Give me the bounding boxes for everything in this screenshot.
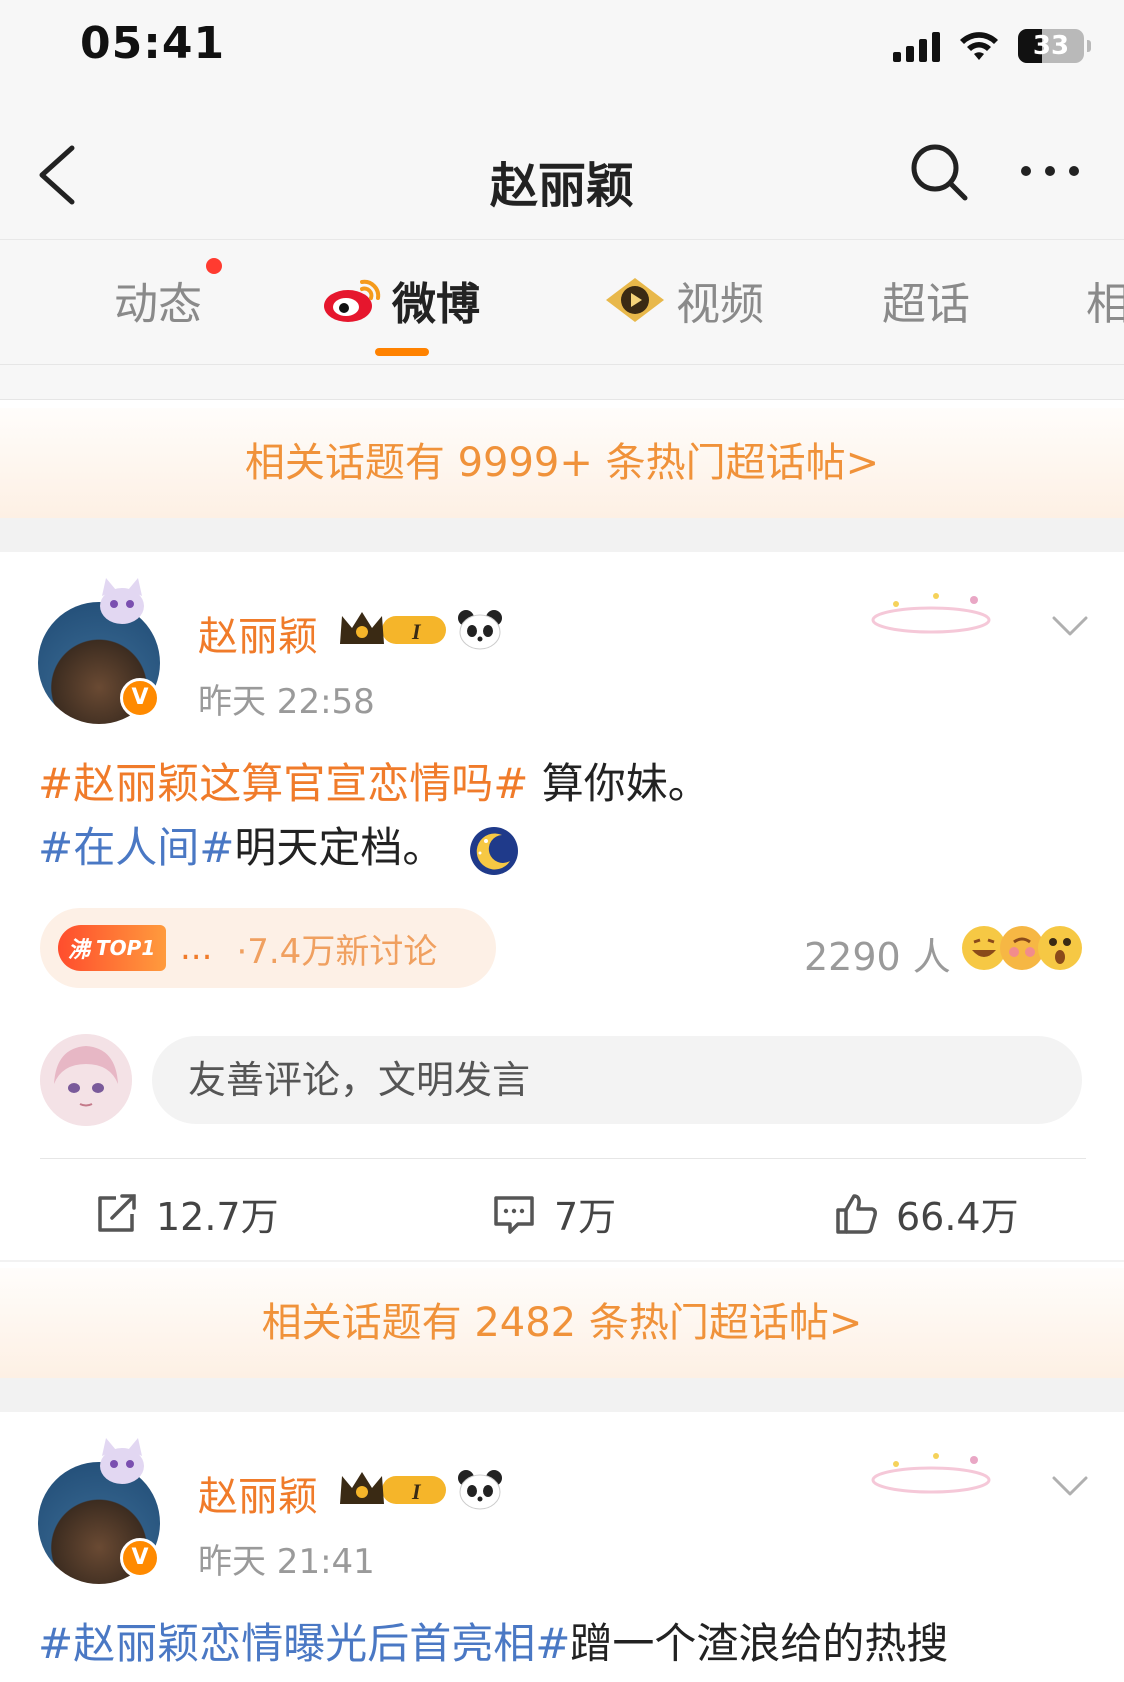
moon-emoji-icon <box>470 826 519 875</box>
post-text-line: #赵丽颖恋情曝光后首亮相#蹭一个渣浪给的热搜 <box>38 1610 948 1671</box>
tab-video[interactable]: 视频 <box>604 270 764 330</box>
tab-weibo[interactable]: 微博 <box>322 270 480 330</box>
repost-count: 12.7万 <box>156 1195 279 1239</box>
comment-icon <box>494 1195 534 1234</box>
post-card: V 赵丽颖 I 昨天 22:58 #赵丽颖这算官宣恋情吗# 算你妹。 #在人间#… <box>0 552 1124 1260</box>
more-icon[interactable] <box>1018 156 1082 186</box>
sparkle-decoration-icon <box>871 593 991 634</box>
banner-text: 相关话题有 2482 条热门超话帖> <box>261 1300 863 1346</box>
banner-text: 相关话题有 9999+ 条热门超话帖> <box>244 440 880 486</box>
tab-label: 超话 <box>882 279 970 330</box>
post-text: 蹭一个渣浪给的热搜 <box>570 1619 949 1668</box>
section-gap <box>0 1378 1124 1412</box>
verified-badge: V <box>120 678 160 718</box>
sparkle-decoration-icon <box>871 1453 991 1494</box>
crown-badge-icon[interactable]: I <box>336 608 452 650</box>
nav-bar: 赵丽颖 <box>0 100 1124 240</box>
crown-badge-icon[interactable]: I <box>336 1468 452 1510</box>
post-time: 昨天 22:58 <box>198 682 375 722</box>
comment-button[interactable]: 7万 <box>492 1186 616 1241</box>
comment-input[interactable]: 友善评论，文明发言 <box>152 1036 1082 1124</box>
post-text: 明天定档。 <box>234 823 445 872</box>
post-text: 算你妹。 <box>528 759 710 808</box>
topic-tag[interactable]: #赵丽颖这算官宣恋情吗# <box>38 759 528 808</box>
tab-label: 动态 <box>114 279 202 330</box>
topic-tag[interactable]: #赵丽颖恋情曝光后首亮相# <box>38 1619 570 1668</box>
tab-bar: 动态 微博 视频 超话 相 <box>0 240 1124 365</box>
tab-label: 微博 <box>392 279 480 330</box>
like-count: 66.4万 <box>896 1195 1019 1239</box>
super-topic-banner[interactable]: 相关话题有 2482 条热门超话帖> <box>0 1268 1124 1378</box>
scrolled-content-strip <box>0 365 1124 400</box>
status-bar: 05:41 33 <box>0 0 1124 100</box>
hot-top-badge: 沸 TOP1 <box>58 925 166 971</box>
my-avatar[interactable] <box>40 1034 132 1126</box>
reaction-emojis-icon[interactable] <box>960 922 1084 974</box>
tab-more[interactable]: 相 <box>1086 270 1124 330</box>
battery-icon: 33 <box>1018 29 1091 63</box>
hot-badge-glyph: 沸 <box>68 938 91 963</box>
chevron-down-icon[interactable] <box>1050 610 1090 640</box>
hot-badge-text: TOP1 <box>96 936 156 960</box>
hot-discussion-count: ·7.4万新讨论 <box>236 931 438 972</box>
repost-icon <box>98 1193 136 1232</box>
wifi-icon <box>960 32 998 60</box>
topic-tag[interactable]: #在人间# <box>38 823 234 872</box>
hot-dots: ... <box>180 928 213 968</box>
search-icon[interactable] <box>905 138 975 208</box>
post-text-line: #在人间#明天定档。 <box>38 814 520 877</box>
video-icon <box>606 278 664 322</box>
super-topic-banner[interactable]: 相关话题有 9999+ 条热门超话帖> <box>0 408 1124 518</box>
post-username[interactable]: 赵丽颖 <box>198 1464 318 1522</box>
weibo-logo-icon <box>324 279 381 322</box>
battery-level: 33 <box>1032 31 1070 61</box>
hot-search-pill[interactable]: 沸 TOP1 ... ·7.4万新讨论 <box>40 908 496 988</box>
panda-icon <box>458 1470 502 1510</box>
tab-dynamic[interactable]: 动态 <box>114 270 202 330</box>
repost-button[interactable]: 12.7万 <box>94 1186 279 1241</box>
svg-text:I: I <box>411 619 422 644</box>
notification-dot <box>206 258 222 274</box>
chevron-down-icon[interactable] <box>1050 1470 1090 1500</box>
svg-text:I: I <box>411 1479 422 1504</box>
like-icon <box>836 1193 877 1234</box>
section-gap <box>0 1260 1124 1262</box>
tab-label: 相 <box>1086 279 1124 330</box>
tab-super-topic[interactable]: 超话 <box>882 270 970 330</box>
signal-icon <box>893 30 940 62</box>
people-count: 2290 人 <box>804 935 951 979</box>
post-time: 昨天 21:41 <box>198 1542 375 1582</box>
verified-badge: V <box>120 1538 160 1578</box>
active-tab-indicator <box>375 348 429 356</box>
avatar-pendant-icon <box>100 578 144 624</box>
section-gap <box>0 518 1124 552</box>
post-username[interactable]: 赵丽颖 <box>198 604 318 662</box>
like-button[interactable]: 66.4万 <box>834 1186 1019 1241</box>
panda-icon <box>458 610 502 650</box>
avatar-pendant-icon <box>100 1438 144 1484</box>
comment-count: 7万 <box>554 1195 617 1239</box>
post-text-line: #赵丽颖这算官宣恋情吗# 算你妹。 <box>38 750 710 811</box>
post-card: V 赵丽颖 I 昨天 21:41 #赵丽颖恋情曝光后首亮相#蹭一个渣浪给的热搜 <box>0 1412 1124 1682</box>
status-icons: 33 <box>893 26 1091 66</box>
tab-label: 视频 <box>676 279 764 330</box>
divider <box>40 1158 1086 1159</box>
status-time: 05:41 <box>80 18 226 69</box>
comment-placeholder: 友善评论，文明发言 <box>188 1058 531 1102</box>
